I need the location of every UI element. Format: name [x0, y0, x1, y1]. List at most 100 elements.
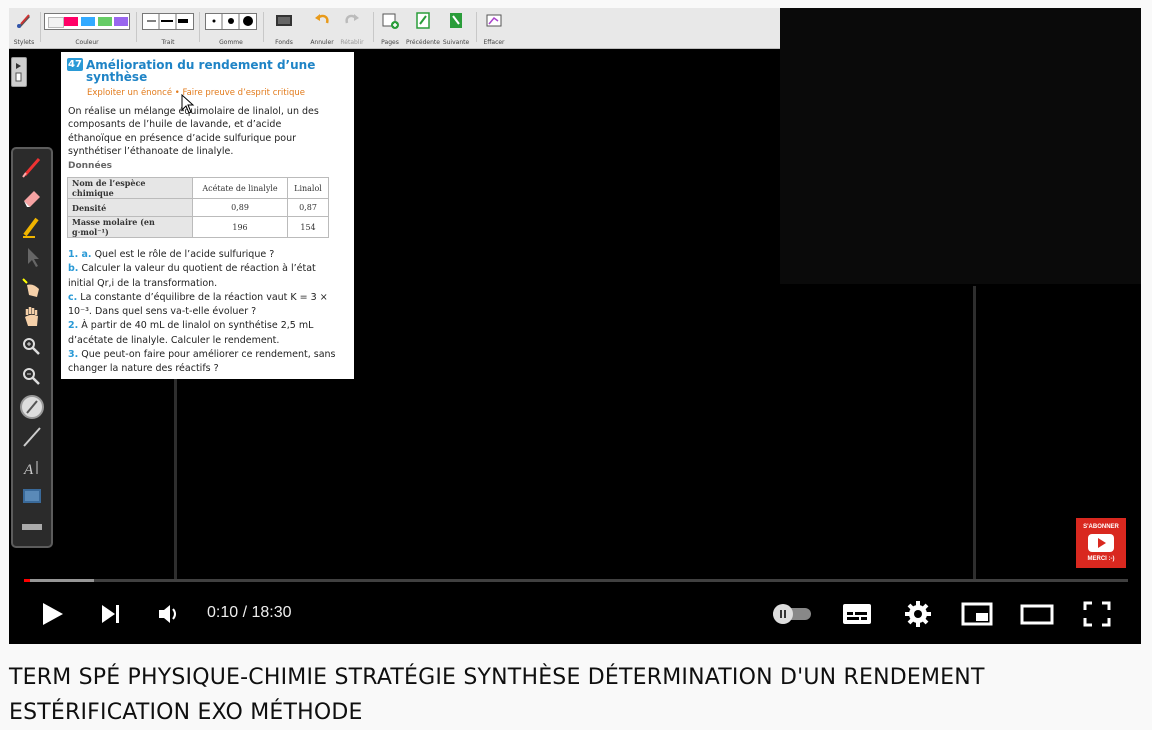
hand-icon[interactable]	[17, 303, 47, 331]
background-icon	[276, 15, 292, 26]
eraser-sizes	[205, 13, 257, 30]
table-cell: Masse molaire (en g·mol⁻¹)	[67, 216, 193, 238]
gomme-label: Gomme	[219, 39, 243, 46]
table-cell: 196	[192, 216, 288, 238]
play-icon[interactable]	[37, 596, 69, 632]
magic-hand-icon[interactable]	[17, 273, 47, 301]
volume-icon[interactable]	[154, 596, 184, 632]
theater-mode-icon[interactable]	[1019, 596, 1055, 632]
stroke-options	[142, 13, 194, 30]
clear-icon	[486, 14, 502, 27]
question-item: b. Calculer la valeur du quotient de réa…	[68, 262, 336, 291]
color-swatches	[44, 13, 130, 30]
zoom-out-icon[interactable]	[17, 363, 47, 391]
add-page-icon	[382, 13, 399, 29]
table-cell: 154	[287, 216, 329, 238]
progress-bar[interactable]	[24, 579, 1128, 582]
svg-text:A: A	[23, 462, 34, 478]
exercise-intro: On réalise un mélange équimolaire de lin…	[68, 106, 319, 157]
table-header-cell: Nom de l’espèce chimique	[67, 177, 193, 199]
annuler-label: Annuler	[310, 39, 334, 46]
green-swatch[interactable]	[98, 17, 112, 26]
table-cell: 0,89	[192, 198, 288, 217]
couleur-label: Couleur	[75, 39, 99, 46]
pages-label: Pages	[381, 39, 399, 46]
color-picker[interactable]: Couleur	[43, 11, 131, 47]
background-button[interactable]: Fonds	[269, 11, 299, 47]
white-swatch[interactable]	[48, 17, 64, 28]
question-text: Calculer la valeur du quotient de réacti…	[68, 263, 316, 289]
purple-swatch[interactable]	[114, 17, 128, 26]
next-page-button[interactable]: Suivante	[441, 11, 471, 47]
played-bar	[24, 579, 31, 582]
previous-page-button[interactable]: Précédente	[406, 11, 440, 47]
red-pen-icon[interactable]	[17, 153, 47, 181]
line-tool-icon[interactable]	[17, 423, 47, 451]
pink-swatch[interactable]	[64, 17, 78, 26]
next-video-icon[interactable]	[97, 596, 125, 632]
fullscreen-icon[interactable]	[1079, 596, 1115, 632]
side-panel-toggle[interactable]	[11, 57, 27, 87]
subtitles-icon[interactable]	[839, 596, 875, 632]
stroke-widths-icon	[147, 14, 188, 29]
subscribe-label: S'ABONNER	[1083, 524, 1119, 530]
clear-button[interactable]: Effacer	[479, 11, 509, 47]
question-text: La constante d’équilibre de la réaction …	[68, 291, 328, 318]
exercise-title: Amélioration du rendement d’une synthèse	[86, 58, 316, 84]
exercise-subtitle: Exploiter un énoncé • Faire preuve d’esp…	[87, 88, 305, 98]
question-text: Que peut-on faire pour améliorer ce rend…	[68, 349, 336, 375]
table-header-cell: Linalol	[287, 177, 329, 199]
precedente-label: Précédente	[406, 39, 440, 46]
table-header-cell: Acétate de linalyle	[192, 177, 288, 199]
divider-line	[973, 286, 976, 579]
eraser-icon[interactable]	[17, 183, 47, 211]
table-row: Densité 0,89 0,87	[67, 198, 329, 217]
data-heading: Données	[68, 161, 113, 171]
pages-button[interactable]: Pages	[377, 11, 403, 47]
blue-swatch[interactable]	[81, 17, 95, 26]
mouse-cursor-icon	[181, 94, 195, 114]
time-display: 0:10 / 18:30	[207, 604, 292, 621]
text-tool-icon[interactable]: A	[17, 453, 47, 481]
video-player[interactable]: Stylets Couleur Trait Gomme Fonds Annule…	[9, 8, 1141, 644]
questions-list: 1. a. Quel est le rôle de l’acide sulfur…	[68, 248, 336, 377]
stylets-tool[interactable]: Stylets	[11, 11, 37, 47]
divider-line	[174, 379, 177, 579]
question-item: c. La constante d’équilibre de la réacti…	[68, 291, 336, 320]
undo-button[interactable]: Annuler	[307, 11, 337, 47]
data-table: Nom de l’espèce chimique Acétate de lina…	[67, 177, 329, 238]
exercise-number: 47	[67, 58, 83, 71]
question-number: 2.	[68, 320, 79, 332]
question-number: 3.	[68, 349, 79, 361]
trait-label: Trait	[161, 39, 175, 46]
question-item: 2. À partir de 40 mL de linalol on synth…	[68, 319, 336, 348]
buffered-bar	[24, 579, 94, 582]
settings-gear-icon[interactable]	[900, 596, 936, 632]
question-number: b.	[68, 263, 79, 275]
table-row: Masse molaire (en g·mol⁻¹) 196 154	[67, 216, 329, 238]
retablir-label: Rétablir	[340, 39, 364, 46]
highlighter-icon[interactable]	[17, 213, 47, 241]
eraser-sizes-icon	[212, 14, 253, 29]
eraser-picker[interactable]: Gomme	[204, 11, 258, 47]
miniplayer-icon[interactable]	[959, 596, 995, 632]
fonds-label: Fonds	[275, 39, 293, 46]
stroke-picker[interactable]: Trait	[141, 11, 195, 47]
autoplay-toggle-icon[interactable]	[769, 596, 815, 632]
redo-button[interactable]: Rétablir	[337, 11, 367, 47]
screen-capture-icon[interactable]	[17, 483, 47, 511]
whiteboard-toolbar: Stylets Couleur Trait Gomme Fonds Annule…	[9, 8, 781, 49]
suivante-label: Suivante	[442, 39, 470, 46]
question-item: 3. Que peut-on faire pour améliorer ce r…	[68, 348, 336, 377]
compass-icon[interactable]	[17, 393, 47, 421]
stylets-label: Stylets	[13, 39, 35, 46]
expand-arrow-icon	[15, 63, 22, 82]
ruler-icon[interactable]	[17, 513, 47, 541]
subscribe-watermark[interactable]: S'ABONNER MERCI :-)	[1076, 518, 1126, 568]
effacer-label: Effacer	[483, 39, 505, 46]
pointer-icon[interactable]	[17, 243, 47, 271]
pen-icon	[17, 14, 30, 28]
question-item: 1. a. Quel est le rôle de l’acide sulfur…	[68, 248, 336, 262]
zoom-in-icon[interactable]	[17, 333, 47, 361]
exercise-document: 47 Amélioration du rendement d’une synth…	[61, 52, 354, 379]
